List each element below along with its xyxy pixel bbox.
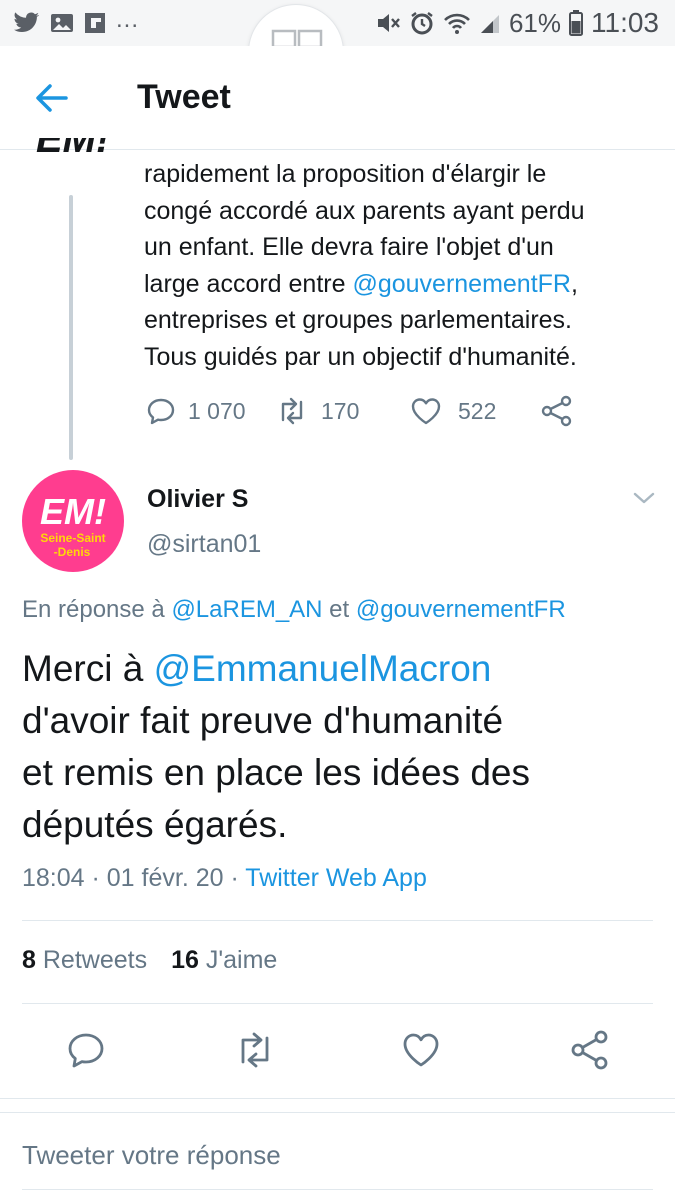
parent-tweet-line: congé accordé aux parents ayant perdu	[144, 196, 585, 225]
parent-avatar-fragment: EM!	[36, 138, 110, 158]
tweet-text: Merci à @EmmanuelMacron d'avoir fait pre…	[22, 643, 652, 851]
parent-reply-action[interactable]: 1 070	[146, 392, 246, 430]
avatar[interactable]: EM! Seine-Saint -Denis	[22, 470, 124, 572]
reply-count: 1 070	[188, 397, 246, 424]
likes-stat[interactable]: 16 J'aime	[171, 946, 277, 975]
parent-tweet-text-segment: ,	[570, 269, 578, 298]
parent-retweet-action[interactable]: 170	[275, 392, 359, 430]
share-icon	[571, 1030, 608, 1070]
back-arrow-icon	[36, 84, 68, 112]
tweet-text-segment: Merci à	[22, 648, 154, 689]
like-button[interactable]	[401, 1030, 441, 1070]
wifi-icon	[444, 13, 470, 34]
avatar-subtitle-2: -Denis	[54, 545, 91, 559]
tweet-line: Merci à @EmmanuelMacron	[22, 643, 652, 695]
flipboard-icon	[85, 13, 105, 33]
alarm-icon	[411, 12, 433, 35]
tweet-stats: 8 Retweets 16 J'aime	[22, 946, 277, 975]
divider	[0, 1098, 675, 1099]
tweet-source-link[interactable]: Twitter Web App	[245, 864, 427, 892]
tweet-menu-button[interactable]	[630, 488, 658, 508]
parent-tweet-line: Tous guidés par un objectif d'humanité.	[144, 342, 577, 371]
user-handle[interactable]: @sirtan01	[147, 530, 261, 559]
status-time: 11:03	[591, 7, 659, 38]
tweet-line: d'avoir fait preuve d'humanité	[22, 700, 504, 741]
mention-link[interactable]: @gouvernementFR	[356, 596, 566, 623]
reply-compose-input[interactable]: Tweeter votre réponse	[22, 1140, 281, 1171]
reply-context-joiner: et	[322, 596, 356, 623]
vibrate-mute-icon	[377, 14, 400, 32]
retweet-button[interactable]	[233, 1030, 277, 1070]
parent-tweet-line: un enfant. Elle devra faire l'objet d'un	[144, 233, 554, 261]
back-button[interactable]	[26, 74, 78, 122]
tweet-line: députés égarés.	[22, 804, 288, 845]
parent-tweet-line: large accord entre @gouvernementFR,	[144, 266, 654, 303]
reply-context-prefix: En réponse à	[22, 596, 172, 623]
like-count: 522	[458, 397, 497, 424]
share-icon	[541, 395, 572, 427]
reply-icon	[68, 1033, 104, 1068]
parent-tweet-line: entreprises et groupes parlementaires.	[144, 306, 573, 334]
status-bar-system: 61% 11:03	[375, 6, 659, 40]
chevron-down-icon	[633, 492, 655, 504]
retweets-stat[interactable]: 8 Retweets	[22, 946, 147, 975]
reply-icon	[147, 398, 175, 425]
reply-button[interactable]	[66, 1030, 106, 1070]
battery-percent: 61%	[508, 7, 561, 38]
twitter-icon	[14, 12, 39, 33]
tweet-time: 18:04	[22, 864, 85, 892]
svg-text:EM!: EM!	[36, 138, 109, 158]
divider	[22, 920, 653, 921]
divider	[22, 1189, 653, 1190]
page-title: Tweet	[137, 78, 231, 116]
more-notifications: ...	[116, 6, 140, 33]
avatar-em-text: EM!	[40, 491, 106, 532]
battery-icon	[569, 10, 583, 36]
parent-share-action[interactable]	[540, 392, 574, 430]
avatar-subtitle-1: Seine-Saint	[40, 531, 105, 545]
user-name[interactable]: Olivier S	[147, 485, 248, 514]
tweet-line: et remis en place les idées des	[22, 752, 530, 793]
parent-tweet-line: rapidement la proposition d'élargir le	[144, 160, 547, 188]
parent-tweet-text-segment: large accord entre	[144, 269, 353, 298]
mention-link[interactable]: @gouvernementFR	[352, 270, 571, 298]
divider	[0, 1112, 675, 1113]
parent-tweet-text: rapidement la proposition d'élargir le c…	[144, 156, 654, 375]
divider	[22, 1003, 653, 1004]
status-bar-notifications: ...	[14, 6, 140, 38]
reply-context: En réponse à @LaREM_AN et @gouvernementF…	[22, 596, 566, 624]
share-button[interactable]	[570, 1030, 610, 1070]
signal-icon	[480, 15, 499, 33]
tweet-date: 01 févr. 20	[106, 864, 224, 892]
mention-link[interactable]: @EmmanuelMacron	[154, 648, 492, 689]
retweet-icon	[281, 397, 303, 425]
retweets-label: Retweets	[42, 946, 148, 974]
gallery-icon	[51, 14, 73, 32]
mention-link[interactable]: @LaREM_AN	[171, 596, 322, 623]
heart-icon	[403, 1033, 439, 1067]
retweet-icon	[241, 1032, 269, 1068]
heart-icon	[411, 398, 441, 425]
likes-count: 16	[171, 946, 199, 974]
parent-like-action[interactable]: 522	[410, 392, 496, 430]
app-bar: Tweet	[0, 46, 675, 150]
likes-label: J'aime	[205, 946, 278, 974]
thread-connector	[69, 195, 73, 460]
retweets-count: 8	[22, 946, 36, 974]
tweet-meta: 18:04 · 01 févr. 20 · Twitter Web App	[22, 864, 427, 892]
retweet-count: 170	[321, 397, 360, 424]
